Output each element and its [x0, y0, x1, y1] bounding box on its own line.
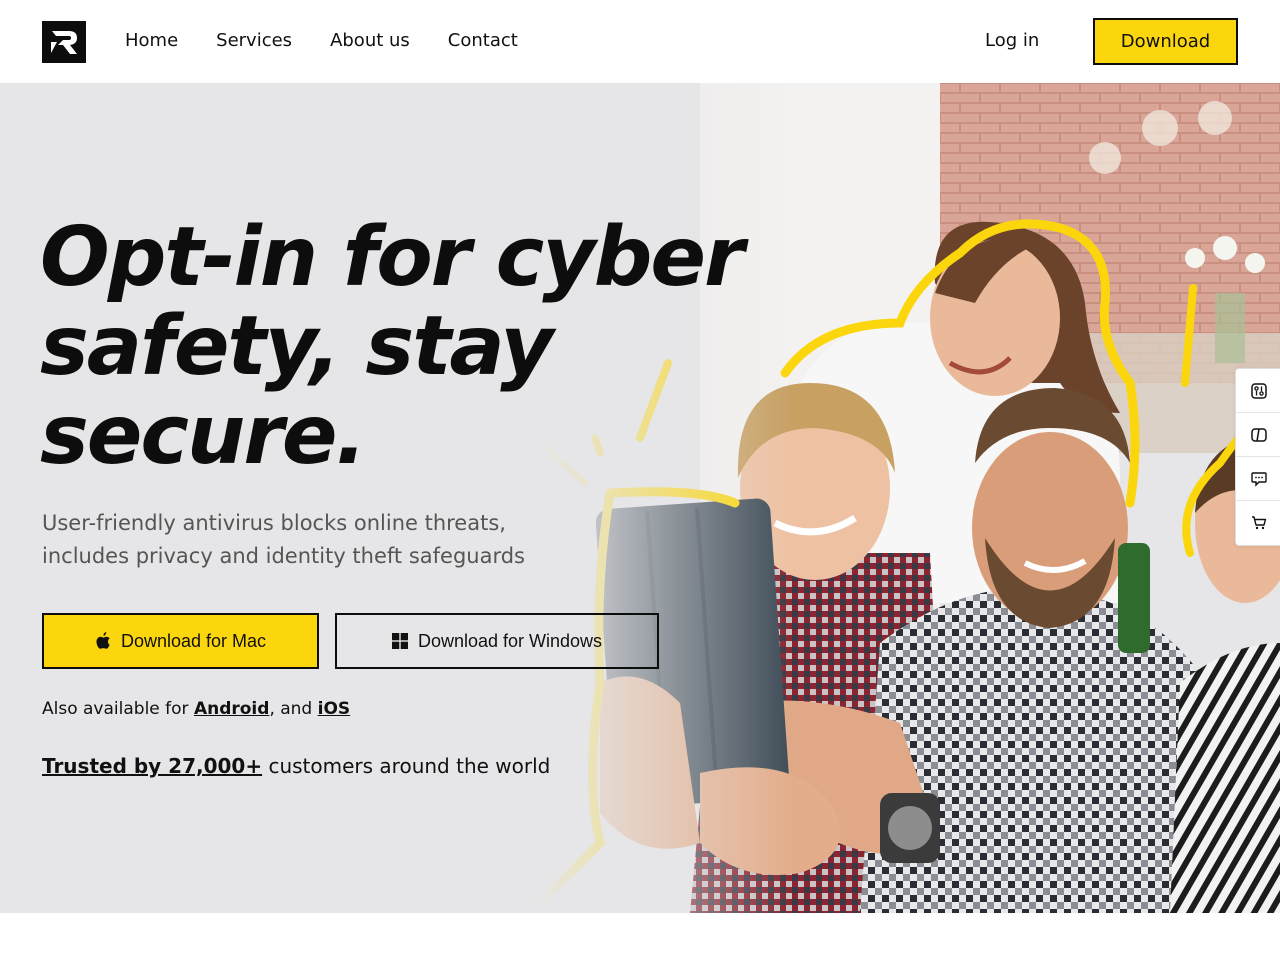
ios-link[interactable]: iOS — [318, 699, 351, 719]
download-mac-button[interactable]: Download for Mac — [42, 613, 319, 669]
nav-services[interactable]: Services — [216, 29, 292, 53]
nav-about-us[interactable]: About us — [330, 29, 410, 53]
hero-headline: Opt-in for cyber safety, stay secure. — [40, 213, 840, 480]
hero-section: Opt-in for cyber safety, stay secure. Us… — [0, 83, 1280, 913]
hero-headline-line: Opt-in for cyber — [40, 210, 744, 305]
apple-icon — [96, 632, 110, 649]
side-tool-docs[interactable] — [1236, 413, 1280, 457]
hero-headline-line: safety, stay — [40, 299, 554, 394]
header-download-button[interactable]: Download — [1093, 18, 1238, 65]
login-link[interactable]: Log in — [985, 29, 1039, 53]
book-icon — [1250, 427, 1267, 442]
main-nav: Home Services About us Contact — [125, 29, 556, 53]
download-windows-label: Download for Windows — [417, 630, 603, 651]
side-toolbar — [1235, 368, 1280, 546]
also-available-prefix: Also available for — [42, 699, 194, 719]
hero-headline-line: secure. — [40, 388, 367, 483]
hero-subtitle: User-friendly antivirus blocks online th… — [42, 507, 602, 573]
settings-sliders-icon — [1250, 382, 1267, 399]
nav-home[interactable]: Home — [125, 29, 178, 53]
hero-photo — [0, 83, 1280, 913]
side-tool-chat[interactable] — [1236, 457, 1280, 501]
download-windows-button[interactable]: Download for Windows — [335, 613, 659, 669]
trusted-by-text: Trusted by 27,000+ customers around the … — [42, 753, 550, 779]
side-tool-cart[interactable] — [1236, 501, 1280, 545]
hero-subtitle-line: includes privacy and identity theft safe… — [42, 544, 525, 568]
cart-icon — [1251, 516, 1266, 530]
side-tool-settings[interactable] — [1236, 369, 1280, 413]
nav-contact[interactable]: Contact — [448, 29, 518, 53]
trusted-by-link[interactable]: Trusted by 27,000+ — [42, 754, 262, 778]
hero-subtitle-line: User-friendly antivirus blocks online th… — [42, 511, 506, 535]
also-available-separator: , and — [269, 699, 318, 719]
android-link[interactable]: Android — [194, 699, 270, 719]
also-available-text: Also available for Android, and iOS — [42, 698, 350, 720]
chat-icon — [1250, 471, 1267, 487]
trusted-by-suffix: customers around the world — [262, 754, 551, 778]
brand-logo-icon[interactable] — [42, 21, 86, 63]
site-header: Home Services About us Contact Log in Do… — [0, 0, 1280, 83]
windows-icon — [391, 633, 408, 649]
download-mac-label: Download for Mac — [120, 630, 267, 651]
